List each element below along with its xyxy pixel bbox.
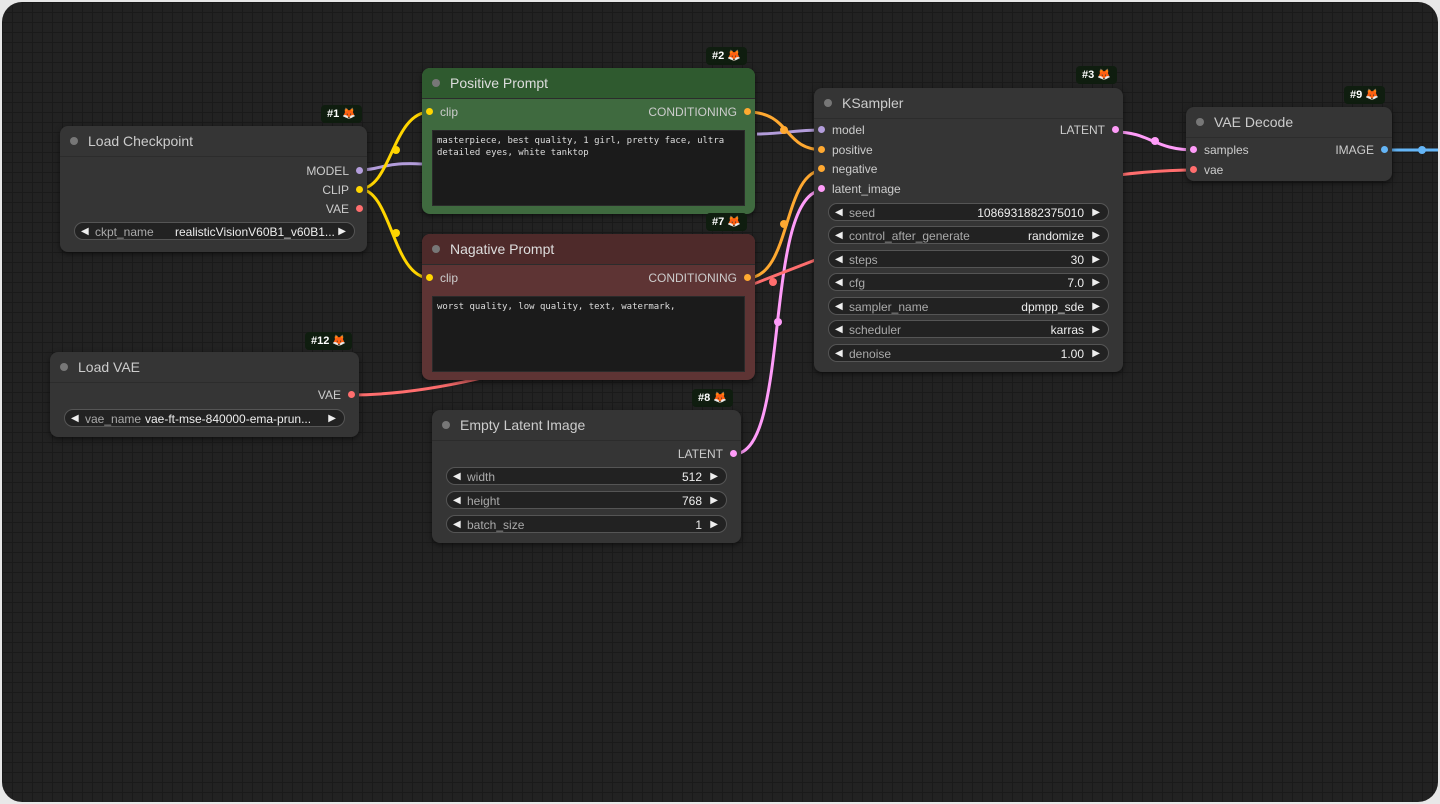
empty-latent-image-node[interactable]: Empty Latent Image LATENT ◀ width 512 ▶ ◀ he…	[432, 410, 741, 543]
node-title[interactable]: Load Checkpoint	[60, 126, 367, 157]
arrow-right-icon[interactable]: ▶	[1092, 204, 1100, 222]
node-title[interactable]: Empty Latent Image	[432, 410, 741, 441]
collapse-dot-icon[interactable]	[432, 245, 440, 253]
node-id-badge: #9 🦊	[1344, 86, 1385, 104]
control-after-generate-widget[interactable]: ◀ control_after_generate randomize ▶	[828, 226, 1109, 244]
arrow-left-icon[interactable]: ◀	[835, 345, 843, 363]
input-model[interactable]: model	[814, 121, 865, 139]
output-conditioning[interactable]: CONDITIONING	[648, 103, 755, 121]
fox-icon: 🦊	[727, 50, 741, 62]
arrow-right-icon[interactable]: ▶	[1092, 321, 1100, 339]
wire-midpoint	[774, 318, 782, 326]
vae-decode-node[interactable]: VAE Decode samples vae IMAGE	[1186, 107, 1392, 181]
arrow-left-icon[interactable]: ◀	[835, 204, 843, 222]
node-id-badge: #12 🦊	[305, 332, 353, 350]
vae-name-widget[interactable]: ◀ vae_name vae-ft-mse-840000-ema-prun...…	[64, 409, 345, 427]
load-checkpoint-node[interactable]: Load Checkpoint MODEL CLIP VAE ◀ ckpt_na…	[60, 126, 367, 252]
denoise-widget[interactable]: ◀ denoise 1.00 ▶	[828, 344, 1109, 362]
node-id-badge: #3 🦊	[1076, 66, 1117, 84]
input-vae[interactable]: vae	[1186, 161, 1223, 179]
negative-prompt-node[interactable]: Nagative Prompt clip CONDITIONING worst …	[422, 234, 755, 380]
arrow-right-icon[interactable]: ▶	[328, 410, 336, 428]
input-clip[interactable]: clip	[422, 103, 458, 121]
arrow-right-icon[interactable]: ▶	[1092, 251, 1100, 269]
arrow-left-icon[interactable]: ◀	[835, 227, 843, 245]
seed-widget[interactable]: ◀ seed 1086931882375010 ▶	[828, 203, 1109, 221]
node-id-badge: #7 🦊	[706, 213, 747, 231]
arrow-right-icon[interactable]: ▶	[1092, 345, 1100, 363]
fox-icon: 🦊	[332, 335, 347, 347]
node-graph-canvas[interactable]: #1 🦊 Load Checkpoint MODEL CLIP VAE ◀ ckp…	[2, 2, 1438, 802]
arrow-left-icon[interactable]: ◀	[835, 274, 843, 292]
node-title[interactable]: Nagative Prompt	[422, 234, 755, 265]
input-latent-image[interactable]: latent_image	[814, 180, 901, 198]
wire-midpoint	[1418, 146, 1426, 154]
wire-midpoint	[1151, 137, 1159, 145]
node-title[interactable]: VAE Decode	[1186, 107, 1392, 138]
arrow-right-icon[interactable]: ▶	[710, 516, 718, 534]
wire-midpoint	[780, 126, 788, 134]
output-vae[interactable]: VAE	[318, 386, 359, 404]
input-positive[interactable]: positive	[814, 141, 873, 159]
prompt-textarea[interactable]: masterpiece, best quality, 1 girl, prett…	[432, 130, 745, 206]
fox-icon: 🦊	[1097, 69, 1111, 81]
wire-midpoint	[769, 278, 777, 286]
arrow-right-icon[interactable]: ▶	[1092, 298, 1100, 316]
arrow-right-icon[interactable]: ▶	[710, 468, 718, 486]
positive-prompt-node[interactable]: Positive Prompt clip CONDITIONING master…	[422, 68, 755, 214]
arrow-left-icon[interactable]: ◀	[835, 298, 843, 316]
sampler-name-widget[interactable]: ◀ sampler_name dpmpp_sde ▶	[828, 297, 1109, 315]
arrow-left-icon[interactable]: ◀	[835, 321, 843, 339]
output-clip[interactable]: CLIP	[322, 181, 367, 199]
wire-midpoint	[392, 146, 400, 154]
node-id-badge: #1 🦊	[321, 105, 362, 123]
arrow-left-icon[interactable]: ◀	[453, 516, 461, 534]
steps-widget[interactable]: ◀ steps 30 ▶	[828, 250, 1109, 268]
output-vae[interactable]: VAE	[326, 200, 367, 218]
arrow-right-icon[interactable]: ▶	[710, 492, 718, 510]
node-title[interactable]: Load VAE	[50, 352, 359, 383]
arrow-left-icon[interactable]: ◀	[453, 492, 461, 510]
wire-midpoint	[392, 229, 400, 237]
collapse-dot-icon[interactable]	[60, 363, 68, 371]
load-vae-node[interactable]: Load VAE VAE ◀ vae_name vae-ft-mse-84000…	[50, 352, 359, 437]
arrow-right-icon[interactable]: ▶	[338, 223, 346, 241]
collapse-dot-icon[interactable]	[70, 137, 78, 145]
node-id-badge: #2 🦊	[706, 47, 747, 65]
node-title[interactable]: Positive Prompt	[422, 68, 755, 99]
collapse-dot-icon[interactable]	[824, 99, 832, 107]
input-clip[interactable]: clip	[422, 269, 458, 287]
scheduler-widget[interactable]: ◀ scheduler karras ▶	[828, 320, 1109, 338]
arrow-left-icon[interactable]: ◀	[71, 410, 79, 428]
ckpt-name-widget[interactable]: ◀ ckpt_name realisticVisionV60B1_v60B1..…	[74, 222, 355, 240]
arrow-left-icon[interactable]: ◀	[453, 468, 461, 486]
collapse-dot-icon[interactable]	[442, 421, 450, 429]
height-widget[interactable]: ◀ height 768 ▶	[446, 491, 727, 509]
output-latent[interactable]: LATENT	[678, 445, 741, 463]
fox-icon: 🦊	[713, 392, 727, 404]
node-id-badge: #8 🦊	[692, 389, 733, 407]
fox-icon: 🦊	[727, 216, 741, 228]
batch-size-widget[interactable]: ◀ batch_size 1 ▶	[446, 515, 727, 533]
collapse-dot-icon[interactable]	[432, 79, 440, 87]
arrow-left-icon[interactable]: ◀	[835, 251, 843, 269]
output-image[interactable]: IMAGE	[1335, 141, 1392, 159]
fox-icon: 🦊	[1365, 89, 1379, 101]
input-samples[interactable]: samples	[1186, 141, 1249, 159]
ksampler-node[interactable]: KSampler model positive negative latent_…	[814, 88, 1123, 372]
arrow-right-icon[interactable]: ▶	[1092, 227, 1100, 245]
input-negative[interactable]: negative	[814, 160, 877, 178]
node-title[interactable]: KSampler	[814, 88, 1123, 119]
width-widget[interactable]: ◀ width 512 ▶	[446, 467, 727, 485]
wire-midpoint	[780, 220, 788, 228]
output-model[interactable]: MODEL	[306, 162, 367, 180]
output-latent[interactable]: LATENT	[1060, 121, 1123, 139]
collapse-dot-icon[interactable]	[1196, 118, 1204, 126]
arrow-right-icon[interactable]: ▶	[1092, 274, 1100, 292]
arrow-left-icon[interactable]: ◀	[81, 223, 89, 241]
prompt-textarea[interactable]: worst quality, low quality, text, waterm…	[432, 296, 745, 372]
output-conditioning[interactable]: CONDITIONING	[648, 269, 755, 287]
fox-icon: 🦊	[342, 108, 356, 120]
cfg-widget[interactable]: ◀ cfg 7.0 ▶	[828, 273, 1109, 291]
